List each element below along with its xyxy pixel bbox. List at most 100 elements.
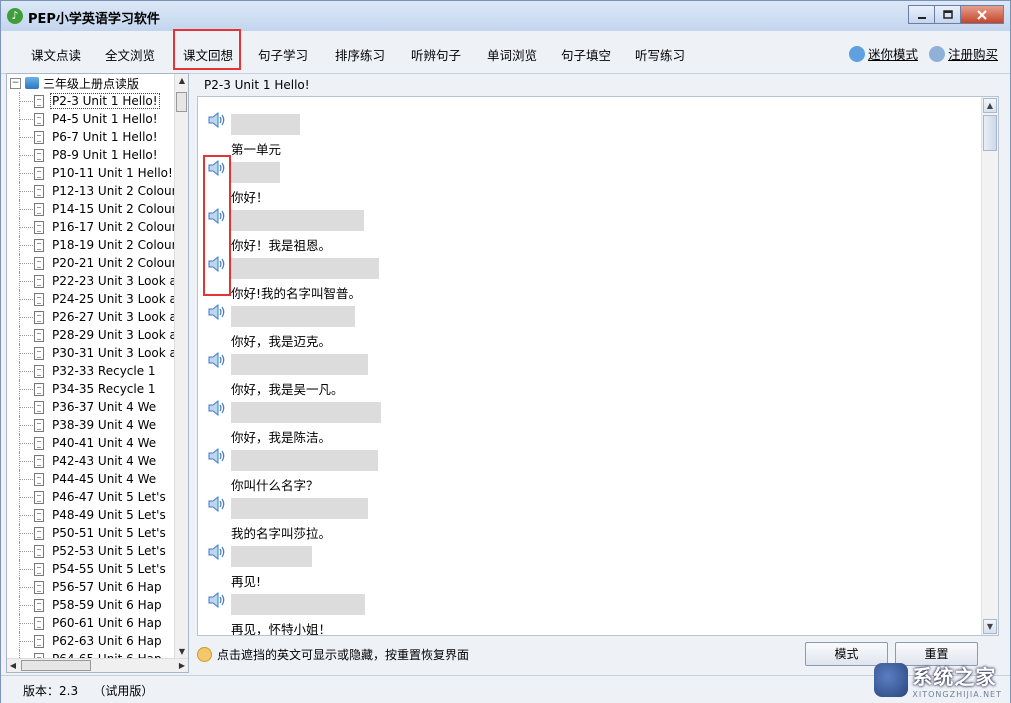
speaker-icon[interactable] <box>207 543 227 561</box>
scroll-left-icon[interactable]: ◀ <box>7 659 19 673</box>
recall-entry: 再见! <box>198 533 978 581</box>
english-mask[interactable] <box>231 114 300 135</box>
tree-connector <box>7 524 34 542</box>
tab-text-reading[interactable]: 课文点读 <box>31 45 81 64</box>
recall-entry: 你好!我的名字叫智普。 <box>198 245 978 293</box>
tree-item[interactable]: P6-7 Unit 1 Hello! <box>7 128 177 146</box>
recall-entry: 你好！ <box>198 149 978 197</box>
tree-item[interactable]: P56-57 Unit 6 Hap <box>7 578 177 596</box>
tree-vertical-scrollbar[interactable]: ▲ ▼ <box>174 74 188 659</box>
mini-mode-link[interactable]: 迷你模式 <box>849 44 918 63</box>
panel-scroll-down-icon[interactable]: ▼ <box>983 619 997 634</box>
tree-item[interactable]: P60-61 Unit 6 Hap <box>7 614 177 632</box>
register-link[interactable]: 注册购买 <box>929 44 998 63</box>
tree-item[interactable]: P40-41 Unit 4 We <box>7 434 177 452</box>
chinese-text: 再见，怀特小姐！ <box>231 619 331 636</box>
english-mask[interactable] <box>231 210 364 231</box>
tree-item[interactable]: P24-25 Unit 3 Look at me <box>7 290 177 308</box>
tab-full-text[interactable]: 全文浏览 <box>105 45 155 64</box>
tree-item[interactable]: P48-49 Unit 5 Let's <box>7 506 177 524</box>
tree-item[interactable]: P34-35 Recycle 1 <box>7 380 177 398</box>
tree-root[interactable]: − 三年级上册点读版 <box>7 74 139 92</box>
tree-item[interactable]: P8-9 Unit 1 Hello! <box>7 146 177 164</box>
panel-scroll-thumb[interactable] <box>983 115 997 151</box>
mini-mode-icon <box>849 46 865 62</box>
tree-root-label: 三年级上册点读版 <box>43 75 139 92</box>
english-mask[interactable] <box>231 594 365 615</box>
tree-item[interactable]: P46-47 Unit 5 Let's <box>7 488 177 506</box>
document-icon <box>34 527 44 540</box>
tree-item[interactable]: P36-37 Unit 4 We <box>7 398 177 416</box>
tab-dictation[interactable]: 听写练习 <box>635 45 685 64</box>
tree-item[interactable]: P38-39 Unit 4 We <box>7 416 177 434</box>
scroll-down-icon[interactable]: ▼ <box>176 645 188 659</box>
english-mask[interactable] <box>231 402 381 423</box>
tab-ordering-practice[interactable]: 排序练习 <box>335 45 385 64</box>
tree-item-label: P46-47 Unit 5 Let's <box>50 490 168 504</box>
tab-sentence-learning[interactable]: 句子学习 <box>258 45 308 64</box>
english-mask[interactable] <box>231 546 312 567</box>
speaker-icon[interactable] <box>207 351 227 369</box>
tree-item[interactable]: P52-53 Unit 5 Let's <box>7 542 177 560</box>
document-icon <box>34 329 44 342</box>
english-mask[interactable] <box>231 162 280 183</box>
english-mask[interactable] <box>231 306 355 327</box>
english-mask[interactable] <box>231 258 379 279</box>
minimize-button[interactable] <box>908 5 935 24</box>
tree-item[interactable]: P58-59 Unit 6 Hap <box>7 596 177 614</box>
speaker-icon[interactable] <box>207 495 227 513</box>
english-mask[interactable] <box>231 450 378 471</box>
tree-item[interactable]: P14-15 Unit 2 Colours <box>7 200 177 218</box>
tree-item[interactable]: P54-55 Unit 5 Let's <box>7 560 177 578</box>
tree-item[interactable]: P62-63 Unit 6 Hap <box>7 632 177 650</box>
tree-item[interactable]: P12-13 Unit 2 Colours <box>7 182 177 200</box>
tree-item[interactable]: P16-17 Unit 2 Colours <box>7 218 177 236</box>
document-icon <box>34 365 44 378</box>
tree-item[interactable]: P28-29 Unit 3 Look at me <box>7 326 177 344</box>
tree-item[interactable]: P42-43 Unit 4 We <box>7 452 177 470</box>
close-button[interactable] <box>960 5 1004 24</box>
tree-item-label: P12-13 Unit 2 Colours <box>50 184 177 198</box>
speaker-icon[interactable] <box>207 447 227 465</box>
tree-item[interactable]: P20-21 Unit 2 Colours <box>7 254 177 272</box>
tree-item[interactable]: P22-23 Unit 3 Look at me <box>7 272 177 290</box>
tree-item-label: P6-7 Unit 1 Hello! <box>50 130 160 144</box>
tree-item[interactable]: P18-19 Unit 2 Colours <box>7 236 177 254</box>
english-mask[interactable] <box>231 354 368 375</box>
tree-connector <box>7 416 34 434</box>
tab-listen-identify[interactable]: 听辨句子 <box>411 45 461 64</box>
speaker-icon[interactable] <box>207 399 227 417</box>
tree-item[interactable]: P50-51 Unit 5 Let's <box>7 524 177 542</box>
tree-item[interactable]: P30-31 Unit 3 Look at me <box>7 344 177 362</box>
tab-sentence-fill[interactable]: 句子填空 <box>561 45 611 64</box>
tree-item[interactable]: P26-27 Unit 3 Look at me <box>7 308 177 326</box>
panel-scrollbar[interactable]: ▲ ▼ <box>981 97 998 635</box>
scroll-up-icon[interactable]: ▲ <box>176 74 188 88</box>
speaker-icon[interactable] <box>207 591 227 609</box>
maximize-button[interactable] <box>934 5 961 24</box>
tree-horizontal-scrollbar[interactable]: ◀ ▶ <box>7 658 188 672</box>
collapse-icon[interactable]: − <box>10 78 21 89</box>
tree-item-label: P10-11 Unit 1 Hello! <box>50 166 175 180</box>
tree-item[interactable]: P4-5 Unit 1 Hello! <box>7 110 177 128</box>
document-icon <box>34 347 44 360</box>
window-title: PEP小学英语学习软件 <box>28 8 160 27</box>
tree-connector <box>7 614 34 632</box>
tree-item-label: P22-23 Unit 3 Look at me <box>50 274 177 288</box>
document-icon <box>34 95 44 108</box>
tree-hscroll-thumb[interactable] <box>21 660 91 671</box>
tree-item[interactable]: P10-11 Unit 1 Hello! <box>7 164 177 182</box>
tree-item-label: P42-43 Unit 4 We <box>50 454 158 468</box>
tab-word-browse[interactable]: 单词浏览 <box>487 45 537 64</box>
tree-scroll-thumb[interactable] <box>176 92 187 112</box>
scroll-right-icon[interactable]: ▶ <box>176 659 188 673</box>
app-window: ♪ PEP小学英语学习软件 课文点读 全文浏览 课文回想 句子学习 排序练习 听… <box>0 0 1011 703</box>
tree-item[interactable]: P32-33 Recycle 1 <box>7 362 177 380</box>
tree-item[interactable]: P2-3 Unit 1 Hello! <box>7 92 177 110</box>
speaker-icon[interactable] <box>207 111 227 129</box>
english-mask[interactable] <box>231 498 368 519</box>
speaker-icon[interactable] <box>207 303 227 321</box>
tree-connector <box>7 488 34 506</box>
tree-item[interactable]: P44-45 Unit 4 We <box>7 470 177 488</box>
panel-scroll-up-icon[interactable]: ▲ <box>983 98 997 113</box>
